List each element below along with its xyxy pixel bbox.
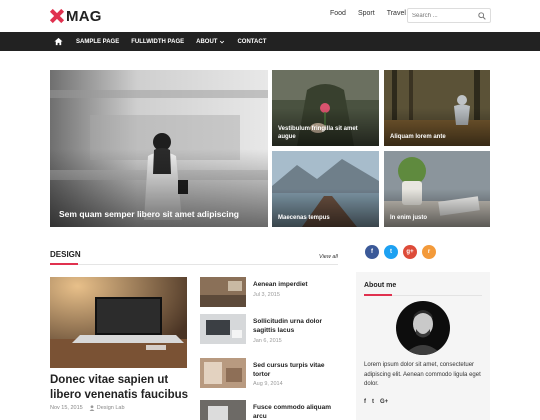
list-item-title[interactable]: Sollicitudin urna dolor sagittis lacus: [253, 317, 343, 335]
wood-photo: [200, 358, 246, 388]
featured-tile[interactable]: In enim justo: [384, 151, 490, 227]
interior-photo: [200, 277, 246, 307]
portrait-photo: [396, 301, 450, 355]
user-icon: [89, 405, 95, 411]
section-divider-accent: [50, 263, 78, 265]
office-photo: [200, 400, 246, 420]
home-icon[interactable]: [54, 37, 63, 46]
list-item-thumb[interactable]: [200, 358, 246, 388]
featured-post-date: Nov 15, 2015: [50, 405, 83, 411]
desk-photo: [200, 314, 246, 344]
tile-caption[interactable]: Maecenas tempus: [278, 214, 373, 222]
about-facebook-icon[interactable]: f: [364, 399, 366, 405]
facebook-icon[interactable]: f: [365, 245, 379, 259]
about-google-plus-icon[interactable]: G+: [380, 399, 388, 405]
nav-item-contact[interactable]: CONTACT: [237, 39, 266, 45]
top-links: Food Sport Travel: [330, 10, 418, 17]
site-header: MAG Food Sport Travel: [0, 0, 540, 32]
featured-tile[interactable]: Vestibulum fringilla sit amet augue: [272, 70, 379, 146]
tile-caption[interactable]: Vestibulum fringilla sit amet augue: [278, 125, 373, 141]
featured-post-image[interactable]: [50, 277, 187, 368]
list-item-title[interactable]: Sed cursus turpis vitae tortor: [253, 361, 343, 379]
list-item-date: Aug 9, 2014: [253, 381, 283, 387]
google-plus-icon[interactable]: g+: [403, 245, 417, 259]
logo-x-mark: [50, 9, 64, 23]
about-text: Lorem ipsum dolor sit amet, consectetuer…: [364, 362, 481, 387]
list-item-title[interactable]: Fusce commodo aliquam arcu: [253, 403, 343, 420]
top-link-food[interactable]: Food: [330, 10, 346, 17]
list-item-thumb[interactable]: [200, 314, 246, 344]
nav-item-about[interactable]: ABOUT: [196, 39, 225, 45]
search-box: [407, 8, 491, 23]
top-link-travel[interactable]: Travel: [387, 10, 406, 17]
featured-tile[interactable]: Maecenas tempus: [272, 151, 379, 227]
featured-post-meta: Nov 15, 2015 Design Lab: [50, 405, 125, 411]
top-link-sport[interactable]: Sport: [358, 10, 375, 17]
rss-icon[interactable]: r: [422, 245, 436, 259]
featured-post-author[interactable]: Design Lab: [97, 405, 125, 411]
view-all-link[interactable]: View all: [319, 254, 338, 260]
featured-post-title[interactable]: Donec vitae sapien ut libero venenatis f…: [50, 373, 190, 403]
list-item-date: Jul 3, 2015: [253, 292, 280, 298]
search-icon[interactable]: [478, 12, 486, 20]
search-input[interactable]: [412, 11, 472, 21]
section-title-design: DESIGN: [50, 250, 81, 259]
site-logo[interactable]: MAG: [50, 7, 102, 25]
about-social-links: f t G+: [364, 399, 388, 405]
nav-item-about-label: ABOUT: [196, 38, 218, 45]
list-item-title[interactable]: Aenean imperdiet: [253, 280, 343, 289]
list-item-date: Jan 6, 2015: [253, 338, 282, 344]
nav-item-sample-page[interactable]: SAMPLE PAGE: [76, 39, 119, 45]
list-item-thumb[interactable]: [200, 277, 246, 307]
main-nav: SAMPLE PAGE FULLWIDTH PAGE ABOUT CONTACT: [0, 32, 540, 51]
about-twitter-icon[interactable]: t: [372, 399, 374, 405]
twitter-icon[interactable]: t: [384, 245, 398, 259]
featured-tile-large[interactable]: Sem quam semper libero sit amet adipisci…: [50, 70, 268, 227]
tile-caption[interactable]: Aliquam lorem ante: [390, 133, 484, 141]
about-divider-accent: [364, 294, 392, 296]
featured-tile-caption[interactable]: Sem quam semper libero sit amet adipisci…: [59, 209, 262, 219]
chevron-down-icon: [220, 40, 225, 43]
laptop-photo: [50, 277, 187, 368]
list-item-thumb[interactable]: [200, 400, 246, 420]
avatar: [396, 301, 450, 355]
nav-item-fullwidth-page[interactable]: FULLWIDTH PAGE: [131, 39, 184, 45]
featured-tile[interactable]: Aliquam lorem ante: [384, 70, 490, 146]
about-widget-title: About me: [364, 282, 397, 289]
section-divider: [50, 264, 338, 265]
tile-caption[interactable]: In enim justo: [390, 214, 484, 222]
logo-text: MAG: [66, 7, 102, 25]
